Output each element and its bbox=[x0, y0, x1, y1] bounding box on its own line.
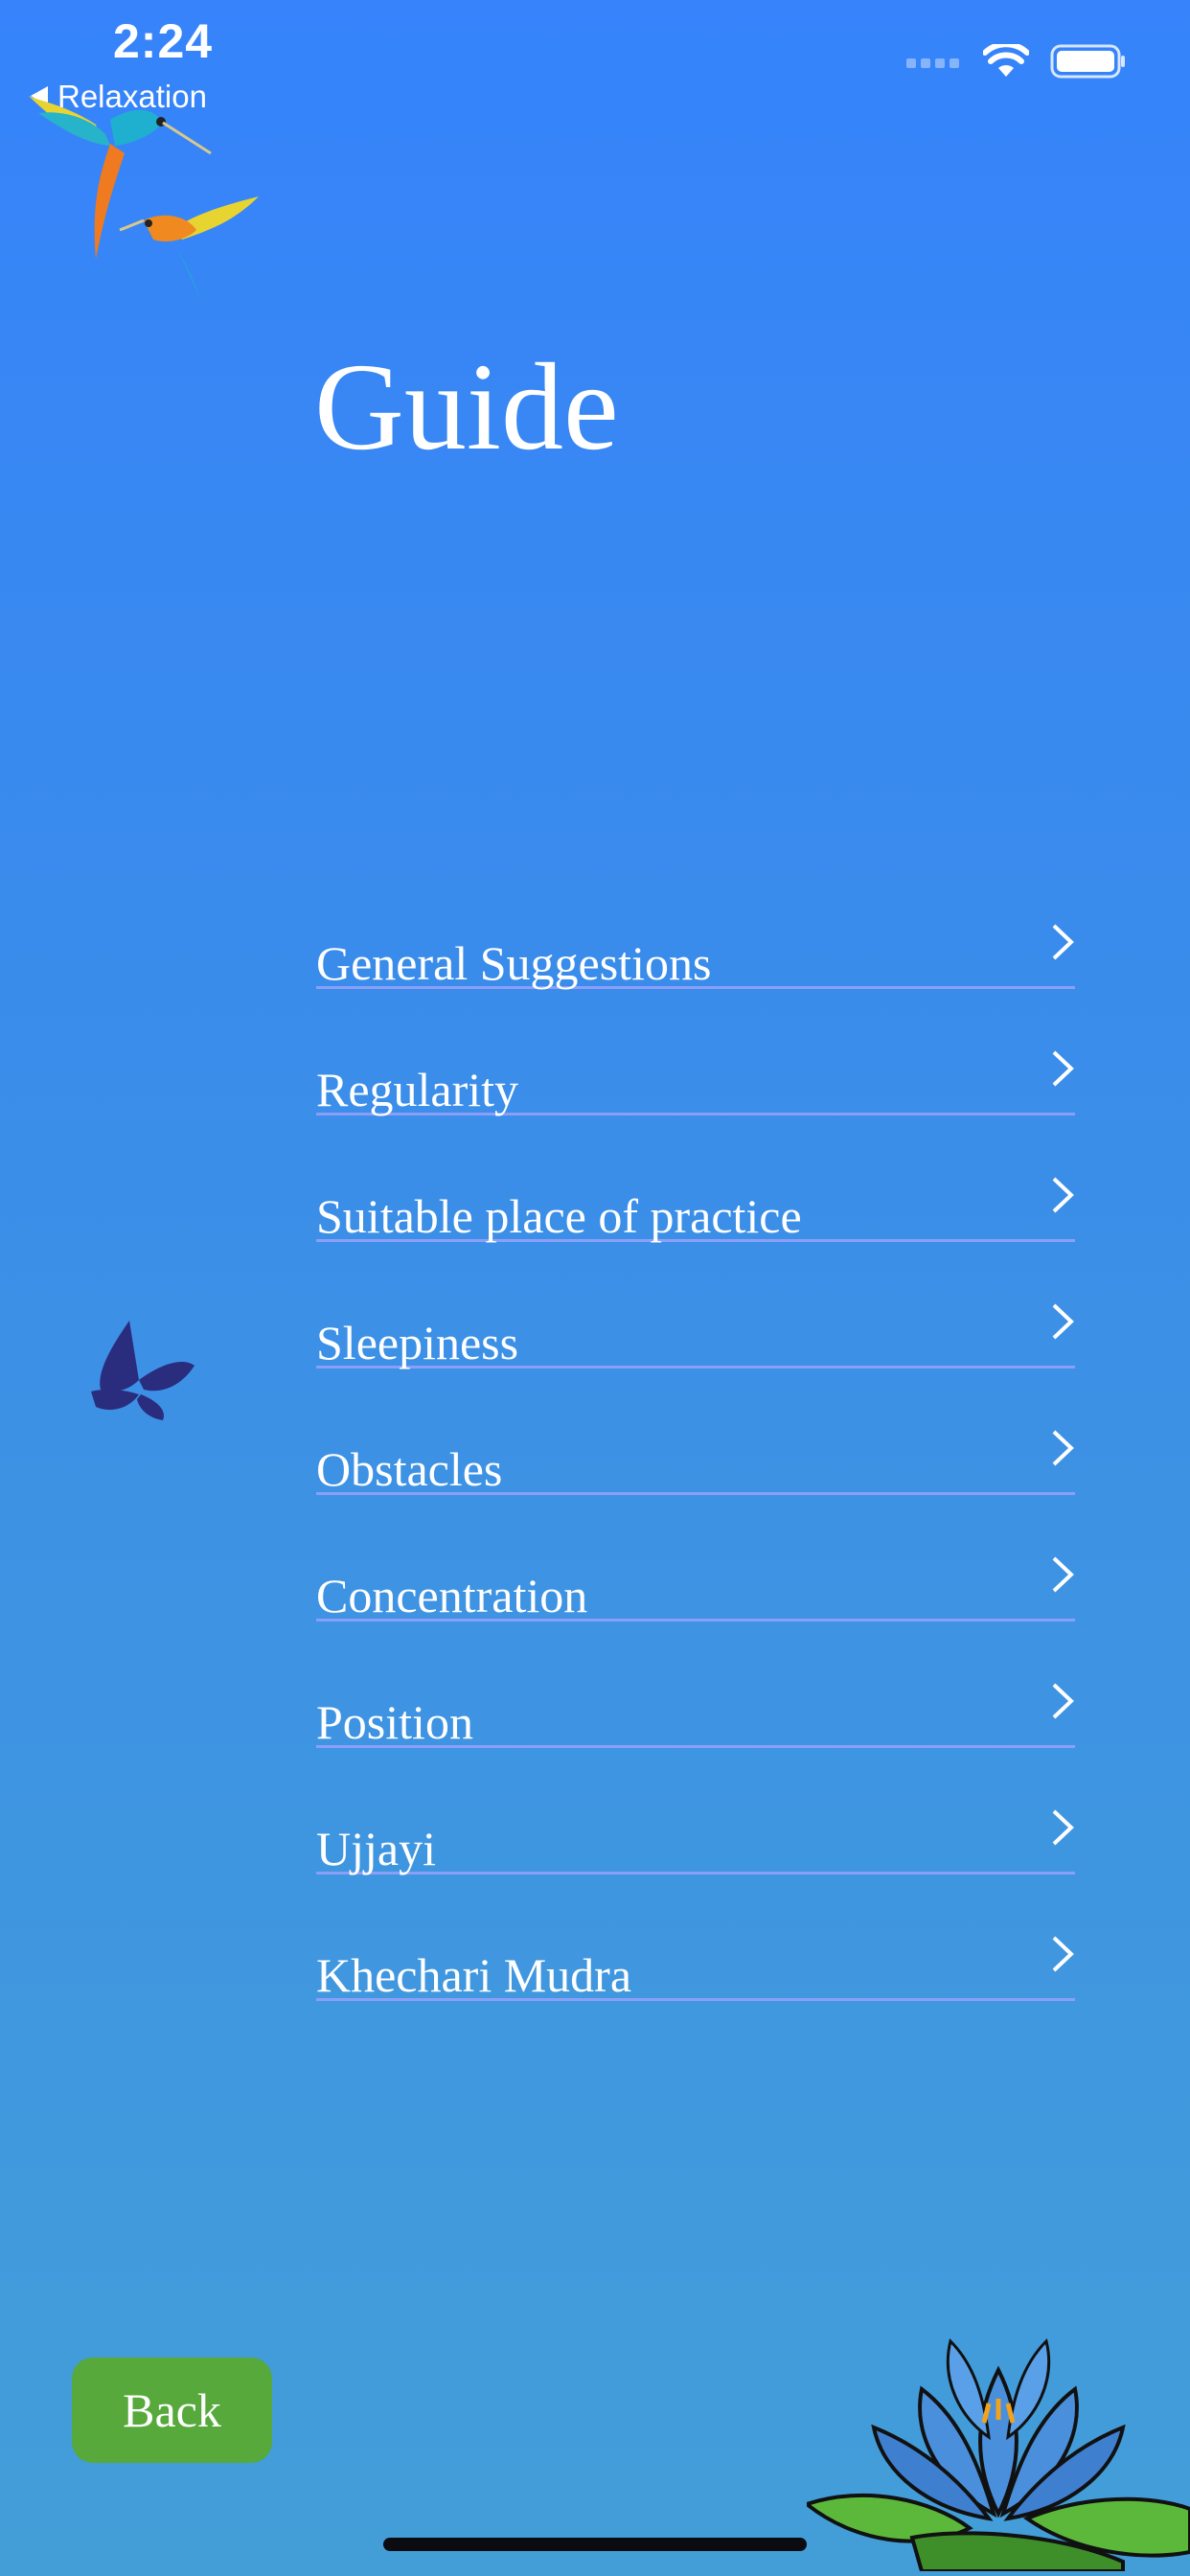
chevron-right-icon bbox=[1050, 1554, 1075, 1599]
butterfly-icon bbox=[91, 1313, 196, 1428]
chevron-right-icon bbox=[1050, 1175, 1075, 1220]
menu-item-label: Regularity bbox=[316, 1063, 519, 1116]
hummingbird-icon bbox=[29, 96, 268, 311]
status-time: 2:24 bbox=[113, 14, 214, 68]
signal-icon bbox=[906, 55, 962, 73]
battery-icon bbox=[1050, 44, 1127, 83]
lotus-icon bbox=[802, 2312, 1190, 2576]
chevron-right-icon bbox=[1050, 1048, 1075, 1093]
menu-item-label: General Suggestions bbox=[316, 936, 712, 990]
menu-item-ujjayi[interactable]: Ujjayi bbox=[316, 1748, 1075, 1875]
guide-menu-list: General Suggestions Regularity Suitable … bbox=[316, 862, 1075, 2002]
menu-item-label: Ujjayi bbox=[316, 1822, 436, 1875]
chevron-right-icon bbox=[1050, 1681, 1075, 1726]
menu-item-general-suggestions[interactable]: General Suggestions bbox=[316, 862, 1075, 990]
menu-item-label: Suitable place of practice bbox=[316, 1189, 802, 1243]
menu-item-khechari-mudra[interactable]: Khechari Mudra bbox=[316, 1874, 1075, 2002]
status-icons bbox=[906, 41, 1127, 83]
back-button[interactable]: Back bbox=[72, 2358, 272, 2463]
menu-item-regularity[interactable]: Regularity bbox=[316, 989, 1075, 1116]
page-title: Guide bbox=[314, 338, 619, 476]
menu-item-suitable-place[interactable]: Suitable place of practice bbox=[316, 1116, 1075, 1243]
menu-item-label: Khechari Mudra bbox=[316, 1948, 632, 2002]
chevron-right-icon bbox=[1050, 1934, 1075, 1979]
menu-item-obstacles[interactable]: Obstacles bbox=[316, 1368, 1075, 1496]
menu-item-label: Obstacles bbox=[316, 1442, 503, 1496]
home-indicator bbox=[383, 2538, 807, 2551]
chevron-right-icon bbox=[1050, 1428, 1075, 1473]
menu-item-label: Sleepiness bbox=[316, 1316, 519, 1369]
menu-item-label: Position bbox=[316, 1695, 473, 1749]
menu-item-label: Concentration bbox=[316, 1569, 588, 1622]
menu-item-concentration[interactable]: Concentration bbox=[316, 1495, 1075, 1622]
menu-item-position[interactable]: Position bbox=[316, 1622, 1075, 1749]
chevron-right-icon bbox=[1050, 922, 1075, 967]
menu-item-sleepiness[interactable]: Sleepiness bbox=[316, 1242, 1075, 1369]
chevron-right-icon bbox=[1050, 1807, 1075, 1852]
wifi-icon bbox=[982, 41, 1030, 83]
chevron-right-icon bbox=[1050, 1301, 1075, 1346]
